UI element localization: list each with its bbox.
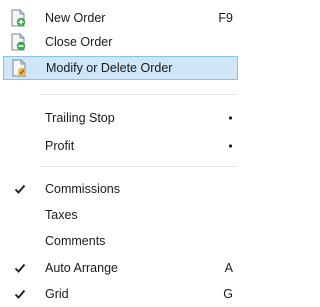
menu-item-label: Auto Arrange <box>45 261 118 275</box>
menu-item-modify-order[interactable]: Modify or Delete Order <box>3 56 238 80</box>
menu-item-label: Modify or Delete Order <box>46 61 173 75</box>
menu-item-label: Commissions <box>45 182 121 196</box>
menu-item-label: Trailing Stop <box>45 111 115 125</box>
menu-item-label: Grid <box>45 287 69 301</box>
menu-item-grid[interactable]: Grid G <box>0 282 240 306</box>
checkmark-icon <box>14 184 26 194</box>
modify-order-icon <box>12 59 27 77</box>
menu-item-taxes[interactable]: Taxes <box>0 203 240 227</box>
menu-separator <box>40 94 236 95</box>
checkmark-icon <box>14 263 26 273</box>
menu-item-label: Comments <box>45 234 106 248</box>
menu-item-label: Taxes <box>45 208 78 222</box>
menu-item-new-order[interactable]: New Order F9 <box>0 6 240 30</box>
close-order-icon <box>11 33 26 51</box>
shortcut-label: F9 <box>218 11 233 25</box>
submenu-arrow-icon <box>229 144 232 148</box>
menu-item-label: Profit <box>45 139 75 153</box>
menu-item-close-order[interactable]: Close Order <box>0 30 240 54</box>
menu-item-comments[interactable]: Comments <box>0 229 240 253</box>
menu-item-auto-arrange[interactable]: Auto Arrange A <box>0 256 240 280</box>
context-menu: New Order F9 Close Order Modify or Delet… <box>0 0 240 307</box>
shortcut-label: G <box>223 287 233 301</box>
menu-item-profit[interactable]: Profit <box>0 134 240 158</box>
checkmark-icon <box>14 289 26 299</box>
menu-item-label: New Order <box>45 11 106 25</box>
new-order-icon <box>11 9 26 27</box>
menu-item-label: Close Order <box>45 35 113 49</box>
submenu-arrow-icon <box>229 116 232 120</box>
menu-separator <box>40 166 236 167</box>
shortcut-label: A <box>224 261 233 275</box>
menu-item-trailing-stop[interactable]: Trailing Stop <box>0 106 240 130</box>
menu-item-commissions[interactable]: Commissions <box>0 177 240 201</box>
